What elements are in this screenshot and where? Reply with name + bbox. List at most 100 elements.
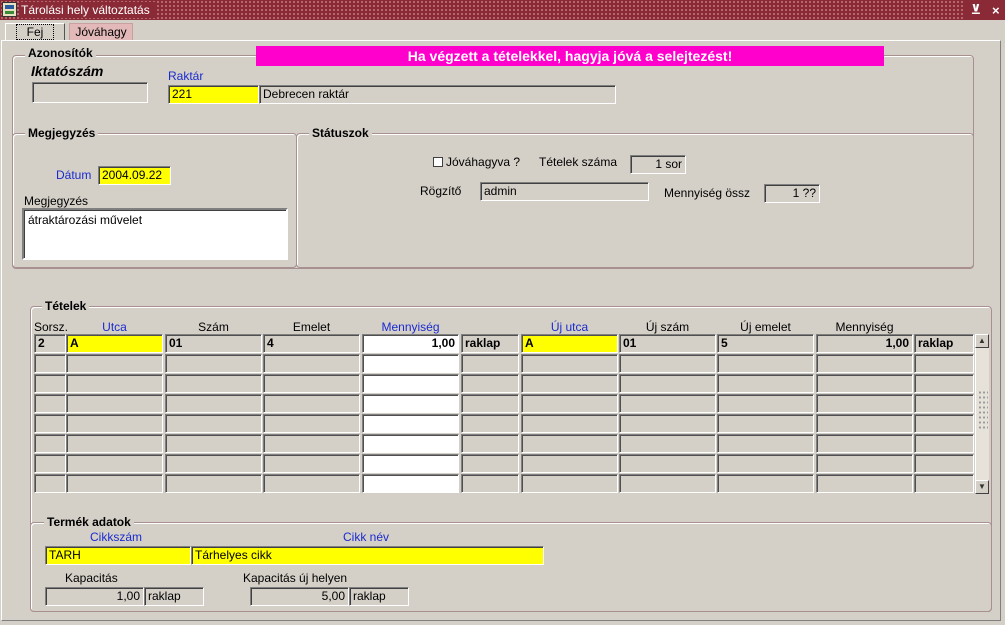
cell-uj-szam[interactable] [619, 474, 716, 493]
cikkszam-field[interactable]: TARH [45, 546, 191, 565]
cell-sorsz[interactable] [34, 454, 66, 473]
cell-emelet[interactable] [263, 434, 360, 453]
cell-szam[interactable]: 01 [165, 334, 262, 353]
cell-mennyiseg2[interactable] [816, 474, 913, 493]
cell-utca[interactable] [66, 434, 163, 453]
cell-egyseg[interactable] [461, 354, 519, 373]
cell-szam[interactable] [165, 354, 262, 373]
cell-mennyiseg[interactable] [362, 434, 459, 453]
cell-uj-szam[interactable] [619, 354, 716, 373]
cell-mennyiseg[interactable]: 1,00 [362, 334, 459, 353]
cell-szam[interactable] [165, 374, 262, 393]
jovahagyva-checkbox[interactable] [433, 157, 443, 167]
cell-egyseg2[interactable] [914, 414, 974, 433]
cell-egyseg2[interactable] [914, 374, 974, 393]
cell-egyseg[interactable] [461, 394, 519, 413]
cell-emelet[interactable] [263, 374, 360, 393]
cell-egyseg2[interactable] [914, 474, 974, 493]
cell-emelet[interactable] [263, 354, 360, 373]
cell-egyseg[interactable]: raklap [461, 334, 519, 353]
cell-szam[interactable] [165, 394, 262, 413]
cell-utca[interactable] [66, 394, 163, 413]
cell-sorsz[interactable]: 2 [34, 334, 66, 353]
cell-mennyiseg2[interactable] [816, 414, 913, 433]
megjegyzes-textarea[interactable]: átraktározási művelet [22, 208, 288, 260]
cell-emelet[interactable]: 4 [263, 334, 360, 353]
tab-jovahagy[interactable]: Jóváhagy [69, 23, 133, 41]
cell-szam[interactable] [165, 474, 262, 493]
cell-mennyiseg[interactable] [362, 394, 459, 413]
cell-sorsz[interactable] [34, 354, 66, 373]
cell-mennyiseg2[interactable] [816, 454, 913, 473]
cell-utca[interactable] [66, 454, 163, 473]
cell-sorsz[interactable] [34, 474, 66, 493]
cell-uj-utca[interactable] [521, 394, 618, 413]
cell-uj-szam[interactable] [619, 374, 716, 393]
iktatoszam-field[interactable] [32, 82, 148, 103]
cell-egyseg2[interactable] [914, 434, 974, 453]
cell-emelet[interactable] [263, 474, 360, 493]
minimize-icon[interactable]: ⊻ [970, 2, 981, 18]
cell-emelet[interactable] [263, 394, 360, 413]
cell-szam[interactable] [165, 414, 262, 433]
cell-utca[interactable] [66, 374, 163, 393]
cell-egyseg2[interactable]: raklap [914, 334, 974, 353]
cell-mennyiseg[interactable] [362, 474, 459, 493]
cell-emelet[interactable] [263, 414, 360, 433]
cell-mennyiseg2[interactable] [816, 374, 913, 393]
cell-egyseg[interactable] [461, 374, 519, 393]
cell-utca[interactable]: A [66, 334, 163, 353]
cell-uj-emelet[interactable] [717, 374, 814, 393]
cell-mennyiseg[interactable] [362, 454, 459, 473]
cell-utca[interactable] [66, 414, 163, 433]
tab-fej[interactable]: Fej [5, 23, 65, 41]
cell-sorsz[interactable] [34, 374, 66, 393]
cell-szam[interactable] [165, 434, 262, 453]
cell-egyseg[interactable] [461, 454, 519, 473]
cell-egyseg2[interactable] [914, 354, 974, 373]
cell-sorsz[interactable] [34, 414, 66, 433]
cell-uj-emelet[interactable] [717, 394, 814, 413]
cell-sorsz[interactable] [34, 394, 66, 413]
cell-mennyiseg2[interactable]: 1,00 [816, 334, 913, 353]
datum-field[interactable]: 2004.09.22 [98, 166, 171, 185]
raktar-code-field[interactable]: 221 [168, 85, 259, 104]
close-icon[interactable]: × [992, 3, 1000, 18]
cell-emelet[interactable] [263, 454, 360, 473]
cell-uj-szam[interactable] [619, 394, 716, 413]
cell-utca[interactable] [66, 474, 163, 493]
cell-egyseg[interactable] [461, 414, 519, 433]
cikknev-field[interactable]: Tárhelyes cikk [191, 546, 544, 565]
cell-uj-utca[interactable]: A [521, 334, 618, 353]
cell-uj-emelet[interactable] [717, 454, 814, 473]
cell-egyseg2[interactable] [914, 394, 974, 413]
scroll-up-icon[interactable]: ▲ [975, 334, 989, 348]
cell-sorsz[interactable] [34, 434, 66, 453]
cell-egyseg2[interactable] [914, 454, 974, 473]
cell-uj-szam[interactable]: 01 [619, 334, 716, 353]
cell-egyseg[interactable] [461, 434, 519, 453]
cell-uj-emelet[interactable] [717, 414, 814, 433]
window-title-bar[interactable]: Tárolási hely változtatás ⊻ × [0, 0, 1005, 20]
cell-mennyiseg[interactable] [362, 354, 459, 373]
cell-uj-emelet[interactable] [717, 434, 814, 453]
cell-uj-utca[interactable] [521, 454, 618, 473]
cell-uj-emelet[interactable]: 5 [717, 334, 814, 353]
cell-uj-utca[interactable] [521, 434, 618, 453]
cell-uj-szam[interactable] [619, 434, 716, 453]
cell-mennyiseg[interactable] [362, 374, 459, 393]
cell-uj-utca[interactable] [521, 354, 618, 373]
cell-mennyiseg2[interactable] [816, 434, 913, 453]
scroll-down-icon[interactable]: ▼ [975, 480, 989, 494]
cell-uj-szam[interactable] [619, 414, 716, 433]
cell-mennyiseg2[interactable] [816, 354, 913, 373]
cell-uj-emelet[interactable] [717, 354, 814, 373]
cell-uj-utca[interactable] [521, 474, 618, 493]
cell-egyseg[interactable] [461, 474, 519, 493]
cell-uj-utca[interactable] [521, 374, 618, 393]
cell-utca[interactable] [66, 354, 163, 373]
cell-mennyiseg2[interactable] [816, 394, 913, 413]
cell-uj-emelet[interactable] [717, 474, 814, 493]
cell-uj-utca[interactable] [521, 414, 618, 433]
cell-uj-szam[interactable] [619, 454, 716, 473]
